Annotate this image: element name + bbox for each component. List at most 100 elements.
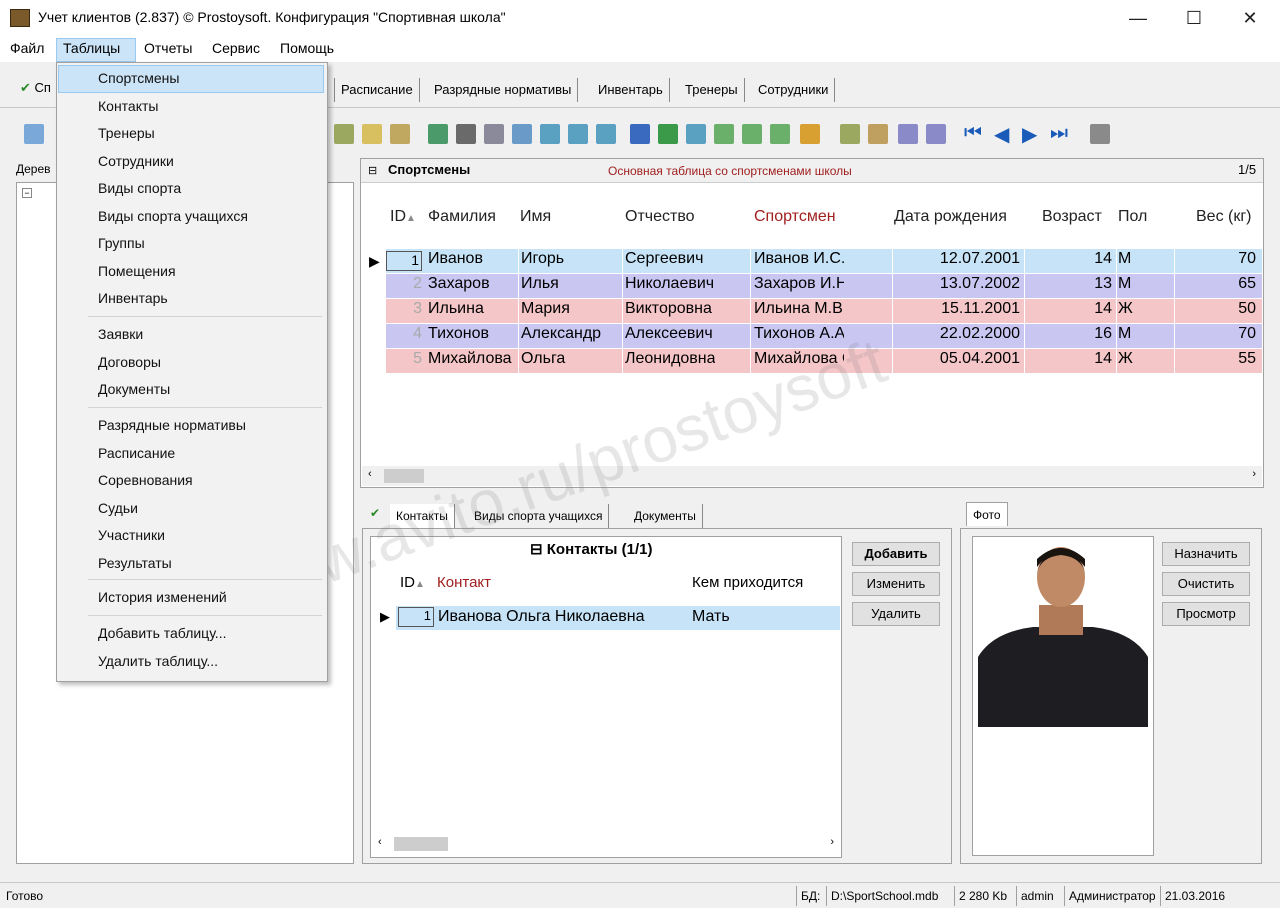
chart-icon[interactable] [800, 124, 820, 144]
tab-photo[interactable]: Фото [966, 502, 1008, 526]
cell-age[interactable]: 14 [1026, 250, 1112, 268]
tab-employees[interactable]: Сотрудники [752, 78, 836, 102]
col-age[interactable]: Возраст [1042, 208, 1102, 226]
first-record-icon[interactable]: ⏮ [964, 122, 982, 145]
table-row[interactable]: 2 Захаров Илья Николаевич Захаров И.Н. 13.07.… [386, 274, 1262, 298]
print-icon[interactable] [484, 124, 504, 144]
tab-athletes[interactable]: ✔ Сп [20, 80, 51, 96]
menu-item-add-table[interactable]: Добавить таблицу... [98, 625, 226, 641]
tab-rank-standards[interactable]: Разрядные нормативы [428, 78, 579, 102]
filter-edit-icon[interactable] [362, 124, 382, 144]
grid-settings-icon[interactable] [1090, 124, 1110, 144]
cell-id[interactable]: 2 [386, 275, 422, 293]
menu-item-groups[interactable]: Группы [98, 235, 145, 251]
search-icon[interactable] [456, 124, 476, 144]
cell-last[interactable]: Михайлова [428, 350, 518, 368]
clear-photo-button[interactable]: Очистить [1162, 572, 1250, 596]
last-record-icon[interactable]: ⏭ [1050, 122, 1068, 145]
report-2-icon[interactable] [742, 124, 762, 144]
refresh-icon[interactable] [428, 124, 448, 144]
menu-item-applications[interactable]: Заявки [98, 326, 143, 342]
cell-last[interactable]: Иванов [428, 250, 518, 268]
menu-item-employees[interactable]: Сотрудники [98, 153, 174, 169]
tree-collapse-icon[interactable]: − [22, 188, 32, 198]
cell-first[interactable]: Игорь [521, 250, 611, 268]
menu-item-documents[interactable]: Документы [98, 381, 170, 397]
cell-first[interactable]: Ольга [521, 350, 611, 368]
col-middle-name[interactable]: Отчество [625, 208, 695, 226]
col-first-name[interactable]: Имя [520, 208, 551, 226]
col-dob[interactable]: Дата рождения [894, 208, 1007, 226]
menu-item-rooms[interactable]: Помещения [98, 263, 176, 279]
cell-full[interactable]: Захаров И.Н. [754, 275, 844, 293]
excel-icon[interactable] [658, 124, 678, 144]
grid-collapse-icon[interactable]: ⊟ [368, 164, 377, 177]
menu-item-contacts[interactable]: Контакты [98, 98, 158, 114]
menu-item-change-history[interactable]: История изменений [98, 589, 227, 605]
menu-reports[interactable]: Отчеты [144, 40, 192, 56]
menu-tables[interactable]: Таблицы [63, 40, 120, 56]
menu-item-coaches[interactable]: Тренеры [98, 125, 155, 141]
note-icon[interactable] [840, 124, 860, 144]
cell-dob[interactable]: 13.07.2002 [892, 275, 1020, 293]
report-icon[interactable] [714, 124, 734, 144]
cell-middle[interactable]: Викторовна [625, 300, 715, 318]
menu-file[interactable]: Файл [10, 40, 44, 56]
table-row[interactable]: 1 Иванов Игорь Сергеевич Иванов И.С. 12.07.20… [386, 249, 1262, 273]
col-weight[interactable]: Вес (кг) [1196, 208, 1252, 226]
cell-weight[interactable]: 65 [1176, 275, 1256, 293]
contacts-col-relation[interactable]: Кем приходится [692, 574, 803, 591]
cell-middle[interactable]: Николаевич [625, 275, 715, 293]
add-contact-button[interactable]: Добавить [852, 542, 940, 566]
contacts-hscrollbar[interactable]: ‹ › [372, 834, 840, 854]
report-3-icon[interactable] [770, 124, 790, 144]
new-record-icon[interactable] [24, 124, 44, 144]
document-icon[interactable] [868, 124, 888, 144]
menu-item-competitions[interactable]: Соревнования [98, 472, 193, 488]
menu-item-judges[interactable]: Судьи [98, 500, 138, 516]
word-icon[interactable] [630, 124, 650, 144]
cell-weight[interactable]: 55 [1176, 350, 1256, 368]
cell-age[interactable]: 16 [1026, 325, 1112, 343]
cell-dob[interactable]: 12.07.2001 [892, 250, 1020, 268]
cell-dob[interactable]: 15.11.2001 [892, 300, 1020, 318]
tab-schedule[interactable]: Расписание [334, 78, 420, 102]
menu-item-contracts[interactable]: Договоры [98, 354, 161, 370]
cell-middle[interactable]: Сергеевич [625, 250, 715, 268]
table-row[interactable]: 3 Ильина Мария Викторовна Ильина М.В. 15.11.2… [386, 299, 1262, 323]
cell-weight[interactable]: 70 [1176, 250, 1256, 268]
cell-middle[interactable]: Алексеевич [625, 325, 715, 343]
menu-item-schedule[interactable]: Расписание [98, 445, 175, 461]
sql-filter-icon[interactable] [390, 124, 410, 144]
cell-weight[interactable]: 50 [1176, 300, 1256, 318]
cell-dob[interactable]: 05.04.2001 [892, 350, 1020, 368]
preview-icon[interactable] [512, 124, 532, 144]
col-sex[interactable]: Пол [1118, 208, 1147, 226]
import-icon[interactable] [686, 124, 706, 144]
contacts-col-contact[interactable]: Контакт [437, 574, 491, 591]
cell-middle[interactable]: Леонидовна [625, 350, 715, 368]
cell-last[interactable]: Захаров [428, 275, 518, 293]
cell-age[interactable]: 13 [1026, 275, 1112, 293]
col-athlete[interactable]: Спортсмен [754, 208, 836, 226]
cell-weight[interactable]: 70 [1176, 325, 1256, 343]
menu-item-athletes[interactable]: Спортсмены [98, 70, 179, 86]
contacts-col-id[interactable]: ID▲ [400, 574, 425, 591]
cell-age[interactable]: 14 [1026, 350, 1112, 368]
cell-last[interactable]: Ильина [428, 300, 518, 318]
cell-full[interactable]: Ильина М.В. [754, 300, 844, 318]
menu-item-sport-types[interactable]: Виды спорта [98, 180, 181, 196]
col-id[interactable]: ID▲ [390, 208, 416, 226]
cell-id[interactable]: 4 [386, 325, 422, 343]
cell-full[interactable]: Иванов И.С. [754, 250, 844, 268]
list-icon[interactable] [898, 124, 918, 144]
tab-documents[interactable]: Документы [628, 504, 703, 528]
edit-contact-button[interactable]: Изменить [852, 572, 940, 596]
view-photo-button[interactable]: Просмотр [1162, 602, 1250, 626]
export-3-icon[interactable] [596, 124, 616, 144]
delete-contact-button[interactable]: Удалить [852, 602, 940, 626]
assign-photo-button[interactable]: Назначить [1162, 542, 1250, 566]
menu-service[interactable]: Сервис [212, 40, 260, 56]
export-icon[interactable] [540, 124, 560, 144]
cell-id[interactable]: 3 [386, 300, 422, 318]
